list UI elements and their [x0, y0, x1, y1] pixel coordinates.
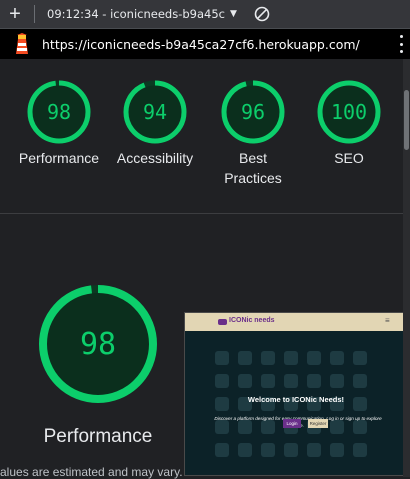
gauge-ring: 94 [123, 80, 187, 144]
scrollbar-thumb[interactable] [404, 90, 409, 150]
gauge-accessibility[interactable]: 94 Accessibility [106, 78, 204, 168]
preview-tile-icon [238, 443, 252, 457]
preview-tile-icon [353, 351, 367, 365]
preview-tile-icon [330, 443, 344, 457]
gauge-label: Best Practices [224, 150, 282, 186]
gauge-label: SEO [334, 150, 364, 166]
preview-tile-icon [284, 374, 298, 388]
preview-logo-icon [218, 319, 227, 325]
preview-heading: Welcome to ICONic Needs! [247, 395, 345, 404]
preview-tile-icon [307, 351, 321, 365]
preview-tile-icon [215, 443, 229, 457]
toolbar-separator [34, 5, 35, 23]
new-report-button[interactable]: + [0, 0, 30, 28]
report-url[interactable]: https://iconicneeds-b9a45ca27cf6.herokua… [42, 37, 360, 52]
preview-header: ICONic needs ≡ [185, 313, 407, 331]
preview-tile-icon [353, 374, 367, 388]
more-options-icon[interactable] [398, 35, 404, 53]
gauge-label: Accessibility [116, 150, 194, 166]
block-icon [254, 6, 270, 22]
preview-tile-icon [330, 351, 344, 365]
gauge-score: 94 [143, 100, 167, 124]
plus-icon: + [9, 2, 21, 25]
preview-tile-icon [261, 443, 275, 457]
gauge-performance[interactable]: 98 Performance [10, 78, 108, 168]
preview-tile-icon [261, 351, 275, 365]
preview-hero: Welcome to ICONic Needs! Discover a plat… [185, 331, 407, 475]
section-divider [0, 213, 403, 214]
gauge-seo[interactable]: 100 SEO [300, 78, 398, 168]
performance-big-gauge: 98 [39, 285, 157, 403]
preview-tile-icon [261, 374, 275, 388]
preview-tile-icon [238, 374, 252, 388]
preview-tile-icon [215, 374, 229, 388]
preview-icon-grid [215, 351, 377, 469]
report-selector-label: 09:12:34 - iconicneeds-b9a45c [47, 7, 225, 21]
gauge-best-practices[interactable]: 96 Best Practices [204, 78, 302, 188]
preview-brand: ICONic needs [229, 317, 275, 324]
final-screenshot-thumbnail[interactable]: ICONic needs ≡ Welcome to ICONic Needs! … [184, 312, 408, 476]
gauge-label: Performance [18, 150, 100, 166]
clear-button[interactable] [249, 0, 275, 28]
performance-heading: Performance [43, 426, 153, 447]
score-gauges: 98 Performance 94 Accessibility 96 Best … [0, 78, 400, 198]
preview-login-button: Login [283, 419, 301, 428]
preview-tile-icon [238, 351, 252, 365]
preview-tile-icon [284, 351, 298, 365]
devtools-toolbar: + 09:12:34 - iconicneeds-b9a45c ▼ [0, 0, 410, 29]
preview-tile-icon [307, 443, 321, 457]
gauge-score: 100 [331, 100, 367, 124]
gauge-score: 98 [47, 100, 71, 124]
report-selector[interactable]: 09:12:34 - iconicneeds-b9a45c ▼ [41, 7, 243, 21]
preview-register-button: Register [308, 419, 328, 428]
gauge-score: 96 [241, 100, 265, 124]
report-url-bar: https://iconicneeds-b9a45ca27cf6.herokua… [0, 29, 410, 59]
lighthouse-icon [16, 33, 28, 54]
preview-tile-icon [215, 351, 229, 365]
caret-down-icon: ▼ [229, 9, 237, 19]
preview-tile-icon [284, 443, 298, 457]
gauge-ring: 96 [221, 80, 285, 144]
hamburger-icon: ≡ [385, 316, 390, 325]
preview-tile-icon [330, 374, 344, 388]
preview-tile-icon [307, 374, 321, 388]
gauge-ring: 100 [317, 80, 381, 144]
preview-tile-icon [353, 443, 367, 457]
performance-big-score: 98 [80, 327, 116, 362]
gauge-ring: 98 [27, 80, 91, 144]
